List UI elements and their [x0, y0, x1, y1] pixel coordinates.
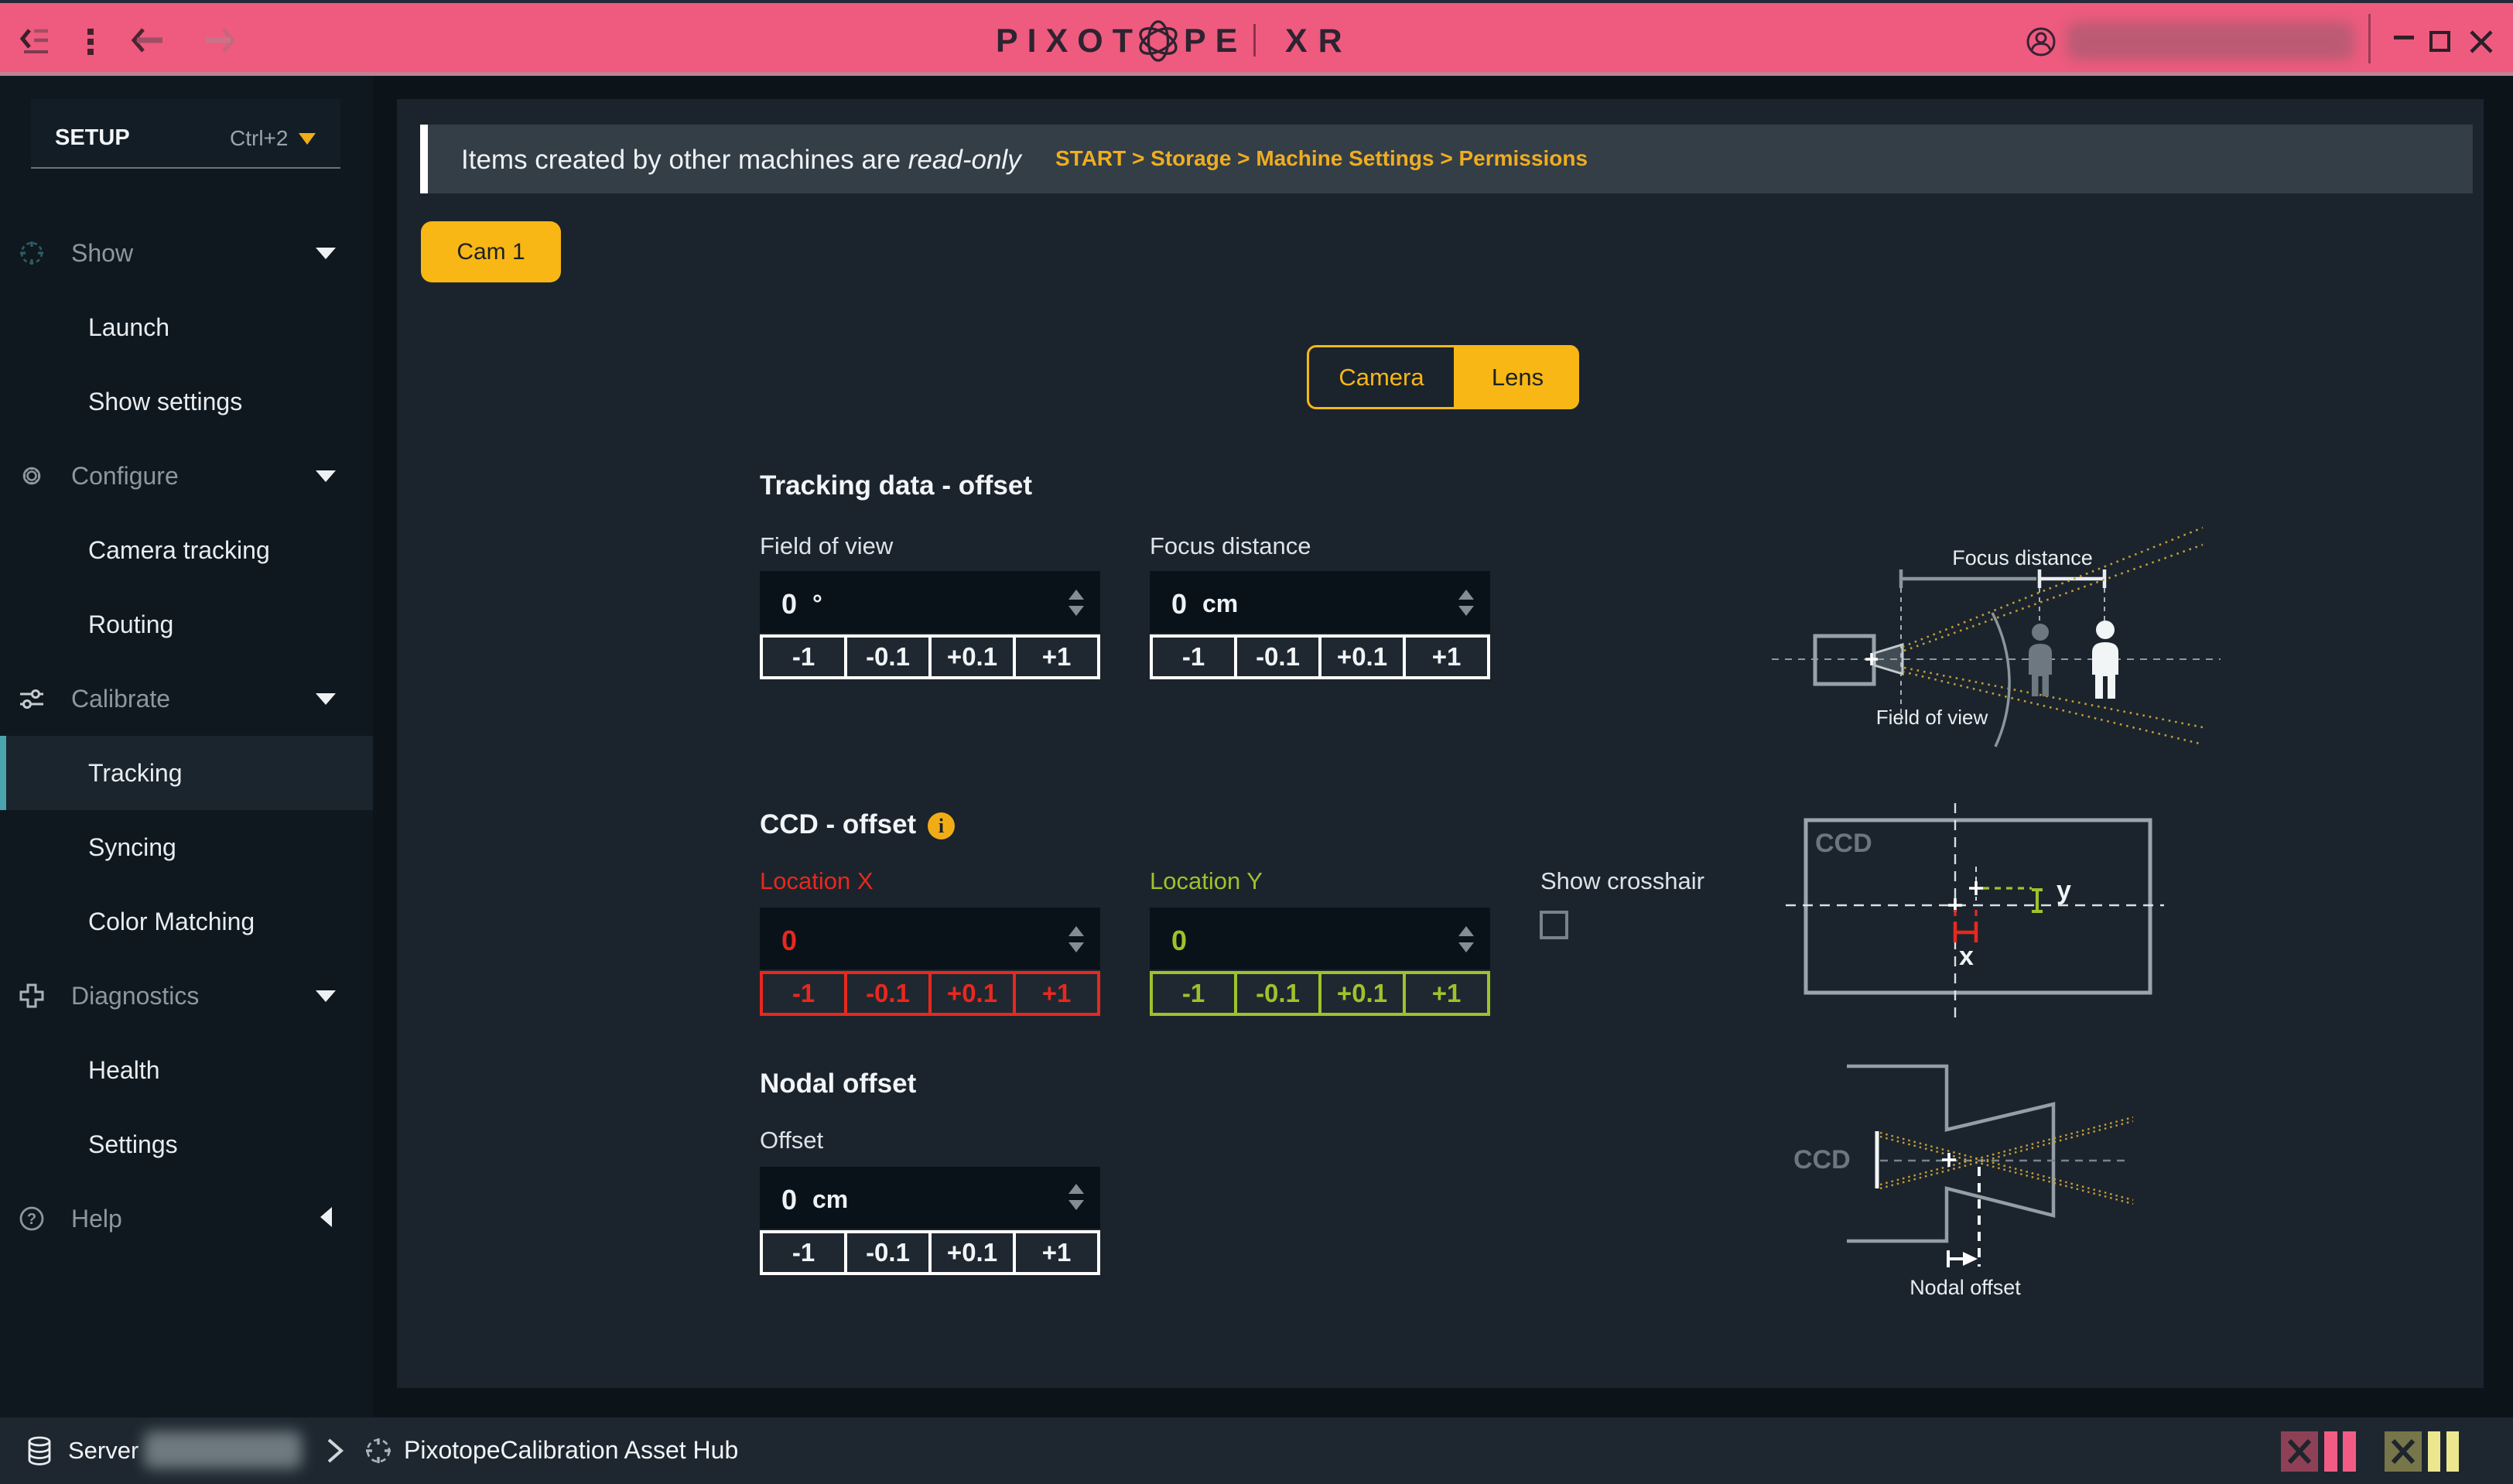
- svg-text:CCD: CCD: [1815, 829, 1872, 858]
- svg-text:CCD: CCD: [1793, 1145, 1851, 1175]
- svg-text:x: x: [1959, 942, 1974, 971]
- svg-text:Field of view: Field of view: [1876, 706, 1988, 729]
- svg-text:Focus distance: Focus distance: [1952, 546, 2093, 569]
- svg-text:?: ?: [27, 1211, 36, 1228]
- svg-text:Nodal offset: Nodal offset: [1910, 1276, 2021, 1299]
- svg-text:y: y: [2057, 876, 2071, 905]
